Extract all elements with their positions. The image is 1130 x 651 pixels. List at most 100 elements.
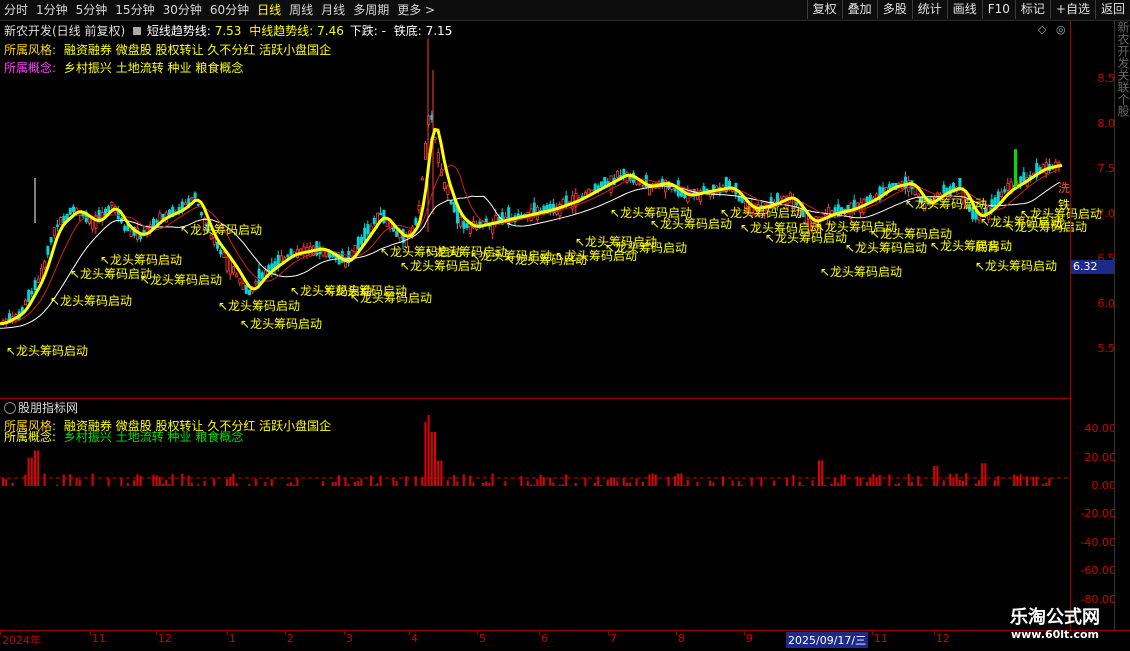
- right-edge-mark: 龙: [1054, 217, 1067, 231]
- watermark-url: www.60lt.com: [1010, 628, 1100, 641]
- mark-button[interactable]: 标记: [1014, 0, 1050, 19]
- tab-5min[interactable]: 5分钟: [72, 0, 112, 20]
- tab-weekly[interactable]: 周线: [285, 0, 317, 20]
- indicator-pane[interactable]: 股朋指标网 所属风格: 融资融券 微盘股 股权转让 久不分红 活跃小盘国企 所属…: [0, 398, 1070, 630]
- indicator-bar: [152, 474, 155, 486]
- draw-line-button[interactable]: 画线: [946, 0, 982, 19]
- tab-30min[interactable]: 30分钟: [159, 0, 206, 20]
- indicator-tick-label: -60.00: [1080, 564, 1116, 578]
- candle-body: [23, 299, 27, 306]
- indicator-bar: [139, 475, 142, 486]
- date-tick-label: 1: [229, 632, 236, 645]
- indicator-bar: [203, 480, 206, 486]
- candle-body: [459, 216, 463, 227]
- sub-concept-value: 乡村振兴 土地流转 种业 粮食概念: [63, 430, 244, 444]
- candle-body: [465, 223, 469, 229]
- date-tick-label: 4: [411, 632, 418, 645]
- candle-body: [350, 250, 354, 257]
- indicator-bar: [62, 474, 65, 486]
- tab-multi-period[interactable]: 多周期: [349, 0, 393, 20]
- add-watchlist-button[interactable]: +自选: [1049, 0, 1095, 19]
- date-tick-label: 6: [541, 632, 548, 645]
- candle-body: [673, 188, 677, 192]
- candle-body: [7, 313, 11, 321]
- settings-icon[interactable]: ◎: [1056, 23, 1066, 36]
- indicator-bar: [933, 466, 936, 486]
- tab-more[interactable]: 更多 >: [393, 0, 439, 20]
- indicator-bar: [56, 484, 59, 486]
- candle-body: [56, 224, 60, 227]
- indicator-bar: [197, 484, 200, 486]
- tab-15min[interactable]: 15分钟: [111, 0, 158, 20]
- date-tick-label: 11: [92, 632, 106, 645]
- diamond-icon[interactable]: ◇: [1038, 23, 1046, 36]
- indicator-bar: [526, 480, 529, 486]
- date-tick-mark: [285, 631, 286, 635]
- candle-body: [564, 195, 568, 205]
- indicator-bar: [357, 481, 360, 486]
- cursor-date-label: 2025/09/17/三: [786, 632, 869, 648]
- multi-stock-button[interactable]: 多股: [876, 0, 912, 19]
- f10-button[interactable]: F10: [981, 0, 1015, 19]
- indicator-bar: [738, 481, 740, 486]
- tab-daily[interactable]: 日线: [253, 0, 285, 20]
- indicator-toggle-icon[interactable]: [133, 27, 142, 35]
- tab-monthly[interactable]: 月线: [317, 0, 349, 20]
- mid-trend-value: 7.46: [317, 24, 344, 38]
- concept-info: 所属概念: 乡村振兴 土地流转 种业 粮食概念: [4, 59, 243, 76]
- panel-menu-icon[interactable]: [4, 402, 16, 414]
- date-axis: 2024年 11 12 1 2 3 4 5 6 7 8 9 2025/09/17/三 11 12: [0, 630, 1130, 651]
- indicator-bar: [24, 474, 27, 486]
- indicator-bar: [952, 478, 955, 486]
- candle-body: [94, 215, 98, 229]
- date-tick-mark: [90, 631, 91, 635]
- indicator-bar: [446, 480, 449, 486]
- statistics-button[interactable]: 统计: [911, 0, 947, 19]
- indicator-bar: [786, 478, 788, 486]
- indicator-bar: [949, 473, 952, 486]
- indicator-bar: [181, 473, 184, 486]
- candle-body: [324, 251, 328, 257]
- chevron-right-icon: >: [425, 3, 436, 17]
- date-tick-mark: [477, 631, 478, 635]
- indicator-bar: [984, 463, 987, 486]
- candle-body: [737, 196, 741, 201]
- price-chart-pane[interactable]: 新农开发(日线 前复权) 短线趋势线: 7.53 中线趋势线: 7.46 下跌:…: [0, 21, 1102, 397]
- candle-body: [446, 185, 450, 195]
- overlay-button[interactable]: 叠加: [841, 0, 877, 19]
- indicator-bar: [1045, 482, 1048, 486]
- related-stocks-strip[interactable]: 新农开发关联个股: [1114, 21, 1130, 630]
- candle-body: [151, 218, 155, 228]
- indicator-bar: [165, 479, 168, 486]
- indicator-bar: [187, 475, 190, 486]
- indicator-bar: [773, 480, 776, 486]
- candle-body: [139, 234, 143, 239]
- adjust-button[interactable]: 复权: [806, 0, 842, 19]
- indicator-bar: [792, 474, 795, 486]
- indicator-bar: [379, 475, 382, 486]
- dragon-signal-label: ↖龙头筹码启动: [905, 197, 988, 211]
- tab-intraday[interactable]: 分时: [0, 0, 32, 20]
- indicator-bar: [485, 481, 488, 486]
- back-button[interactable]: 返回: [1094, 0, 1130, 19]
- indicator-bar: [491, 473, 494, 486]
- indicator-bar: [1019, 474, 1022, 486]
- date-tick-label: 2024年: [2, 634, 41, 647]
- indicator-bar: [910, 481, 913, 486]
- indicator-bar: [1013, 474, 1016, 486]
- candle-body: [353, 244, 357, 253]
- style-info: 所属风格: 融资融券 微盘股 股权转让 久不分红 活跃小盘国企: [4, 41, 331, 58]
- indicator-bar: [133, 480, 136, 486]
- candle-body: [1000, 191, 1004, 198]
- indicator-bar: [354, 482, 356, 486]
- candle-body: [244, 285, 248, 294]
- indicator-bar: [712, 482, 715, 486]
- tab-1min[interactable]: 1分钟: [32, 0, 72, 20]
- date-tick-label: 2: [287, 632, 294, 645]
- dragon-signal-label: ↖龙头筹码启动: [218, 299, 301, 313]
- candle-body: [222, 252, 226, 258]
- candle-body: [40, 267, 44, 280]
- indicator-bar: [293, 484, 296, 486]
- tab-60min[interactable]: 60分钟: [206, 0, 253, 20]
- indicator-bar: [338, 475, 340, 486]
